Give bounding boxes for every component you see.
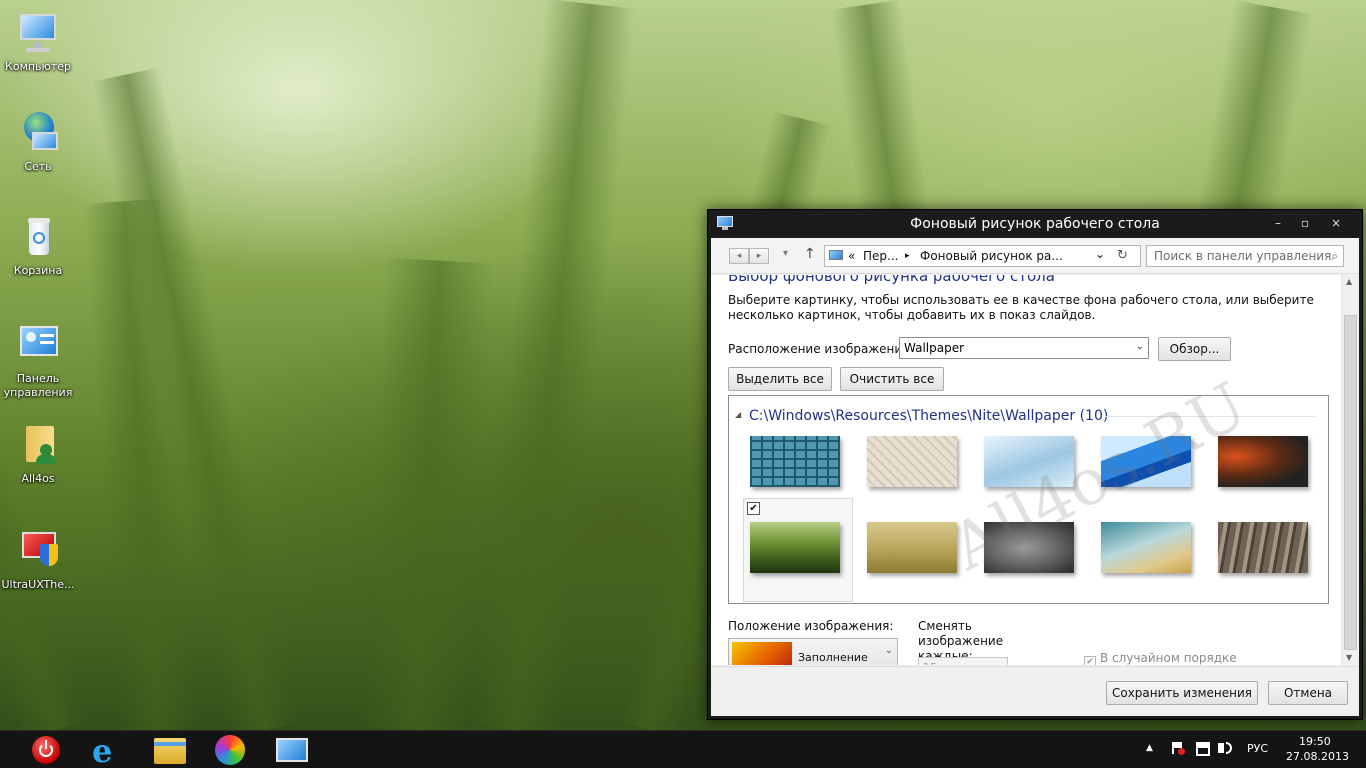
wallpaper-thumbnail[interactable] [1101, 522, 1191, 573]
shuffle-checkbox[interactable]: ✔ В случайном порядке [1084, 651, 1237, 665]
navigation-bar: ◂ ▸ ▾ ↑ « Пер... ▸ Фоновый рисунок ра...… [711, 238, 1359, 274]
address-bar[interactable]: « Пер... ▸ Фоновый рисунок ра... ⌄ ↻ [824, 245, 1141, 267]
search-icon[interactable]: ⌕ [1331, 249, 1338, 264]
search-input[interactable]: Поиск в панели управления ⌕ [1146, 245, 1344, 267]
uxtheme-patcher-icon [14, 528, 62, 576]
desktop-icon-label: Компьютер [5, 60, 71, 73]
breadcrumb-overflow[interactable]: « [848, 249, 855, 263]
desktop-icon-label: Панель управления [3, 372, 73, 399]
breadcrumb-control-panel[interactable]: Пер... [863, 249, 898, 263]
clock-date[interactable]: 27.08.2013 [1286, 750, 1349, 763]
search-placeholder: Поиск в панели управления [1154, 249, 1332, 263]
back-button[interactable]: ◂ [729, 248, 749, 264]
picture-location-label: Расположение изображения: [728, 342, 914, 356]
desktop-icon-computer[interactable]: Компьютер [0, 10, 76, 74]
picture-position-select[interactable]: Заполнение ⌄ [728, 638, 898, 665]
action-center-flag-icon[interactable] [1172, 742, 1185, 755]
picture-location-value: Wallpaper [904, 341, 965, 355]
wallpaper-group-header[interactable]: C:\Windows\Resources\Themes\Nite\Wallpap… [749, 408, 1108, 424]
taskbar-file-explorer[interactable] [140, 734, 200, 766]
user-folder-icon [14, 422, 62, 470]
content-pane: Выбор фонового рисунка рабочего стола Вы… [711, 275, 1341, 665]
file-explorer-icon-stripe [154, 742, 186, 746]
change-interval-select[interactable]: 15 [918, 657, 1008, 665]
clock-time[interactable]: 19:50 [1299, 735, 1331, 748]
taskbar-media-player[interactable] [201, 734, 261, 766]
system-tray: ▲ РУС 19:50 27.08.2013 [1140, 731, 1366, 768]
shuffle-label: В случайном порядке [1100, 651, 1237, 665]
power-symbol-bar [45, 740, 47, 749]
desktop-icon-label: Корзина [13, 264, 63, 277]
picture-location-select[interactable]: Wallpaper ⌄ [899, 337, 1149, 359]
browse-button[interactable]: Обзор... [1158, 337, 1231, 361]
desktop-icon-network[interactable]: Сеть [0, 110, 76, 174]
desktop-icon-recycle-bin[interactable]: Корзина [0, 214, 76, 278]
language-indicator[interactable]: РУС [1247, 742, 1268, 755]
dialog-footer: Сохранить изменения Отмена [711, 666, 1359, 716]
wallpaper-thumbnail[interactable] [867, 522, 957, 573]
position-preview-image [732, 642, 792, 665]
desktop-icon-control-panel[interactable]: Панель управления [0, 322, 76, 400]
chevron-down-icon: ⌄ [884, 645, 893, 656]
desktop-background-window[interactable]: Фоновый рисунок рабочего стола – ▫ × ◂ ▸… [707, 209, 1363, 720]
desktop-icon-label: UltraUXThe... [1, 578, 75, 591]
breadcrumb-separator-icon[interactable]: ▸ [905, 251, 910, 261]
forward-button[interactable]: ▸ [749, 248, 769, 264]
save-changes-button[interactable]: Сохранить изменения [1106, 681, 1258, 705]
window-titlebar[interactable]: Фоновый рисунок рабочего стола – ▫ × [708, 210, 1362, 238]
desktop-icon-label: Сеть [24, 160, 52, 173]
control-panel-icon [14, 322, 62, 370]
page-heading: Выбор фонового рисунка рабочего стола [728, 275, 1055, 285]
volume-icon[interactable] [1218, 743, 1224, 753]
picture-position-label: Положение изображения: [728, 619, 894, 633]
up-arrow-icon[interactable]: ↑ [804, 246, 816, 262]
content-scrollbar[interactable]: ▲ ▼ [1341, 275, 1359, 665]
media-player-icon [215, 735, 245, 765]
volume-wave [1226, 742, 1232, 754]
show-hidden-icons-icon[interactable]: ▲ [1146, 743, 1153, 753]
address-location-icon [829, 250, 843, 260]
network-icon[interactable] [1196, 742, 1210, 756]
select-all-button[interactable]: Выделить все [728, 367, 832, 391]
wallpaper-thumbnail[interactable] [1218, 522, 1308, 573]
desktop-icon-ultrauxtheme[interactable]: UltraUXThe... [0, 528, 76, 592]
wallpaper-thumbnail[interactable] [867, 436, 957, 487]
control-panel-icon [276, 738, 308, 762]
close-button[interactable]: × [1321, 213, 1351, 233]
page-description: Выберите картинку, чтобы использовать ее… [728, 293, 1314, 322]
scrollbar-thumb[interactable] [1344, 315, 1357, 650]
wallpaper-thumbnail-selected[interactable] [750, 522, 840, 573]
scroll-up-icon[interactable]: ▲ [1346, 277, 1352, 286]
taskbar-control-panel[interactable] [262, 734, 322, 766]
recent-locations-chevron-down-icon[interactable]: ▾ [783, 248, 788, 259]
picture-position-value: Заполнение [798, 651, 868, 664]
cancel-button[interactable]: Отмена [1268, 681, 1348, 705]
minimize-button[interactable]: – [1263, 213, 1293, 233]
network-globe-icon [14, 110, 62, 158]
selected-checkbox[interactable]: ✔ [747, 502, 760, 515]
taskbar: e ▲ РУС 19:50 27.08.2013 [0, 730, 1366, 768]
clear-all-button[interactable]: Очистить все [840, 367, 944, 391]
breadcrumb-desktop-background[interactable]: Фоновый рисунок ра... [920, 249, 1063, 263]
desktop-icon-label: All4os [21, 472, 55, 485]
collapse-group-icon[interactable]: ◢ [735, 410, 741, 419]
shuffle-check-icon: ✔ [1084, 656, 1096, 665]
change-interval-value: 15 [923, 661, 937, 665]
taskbar-power-button[interactable] [16, 734, 76, 766]
action-center-alert-badge [1178, 748, 1185, 755]
recycle-bin-icon [14, 214, 62, 262]
wallpaper-thumbnail[interactable] [750, 436, 840, 487]
taskbar-internet-explorer[interactable]: e [78, 732, 138, 768]
computer-icon [14, 10, 62, 58]
maximize-button[interactable]: ▫ [1290, 213, 1320, 233]
scroll-down-icon[interactable]: ▼ [1346, 653, 1352, 662]
address-dropdown-icon[interactable]: ⌄ [1095, 247, 1105, 261]
desktop-icon-all4os[interactable]: All4os [0, 422, 76, 486]
internet-explorer-icon: e [92, 732, 113, 768]
chevron-down-icon: ⌄ [1135, 341, 1144, 352]
refresh-icon[interactable]: ↻ [1117, 248, 1128, 263]
